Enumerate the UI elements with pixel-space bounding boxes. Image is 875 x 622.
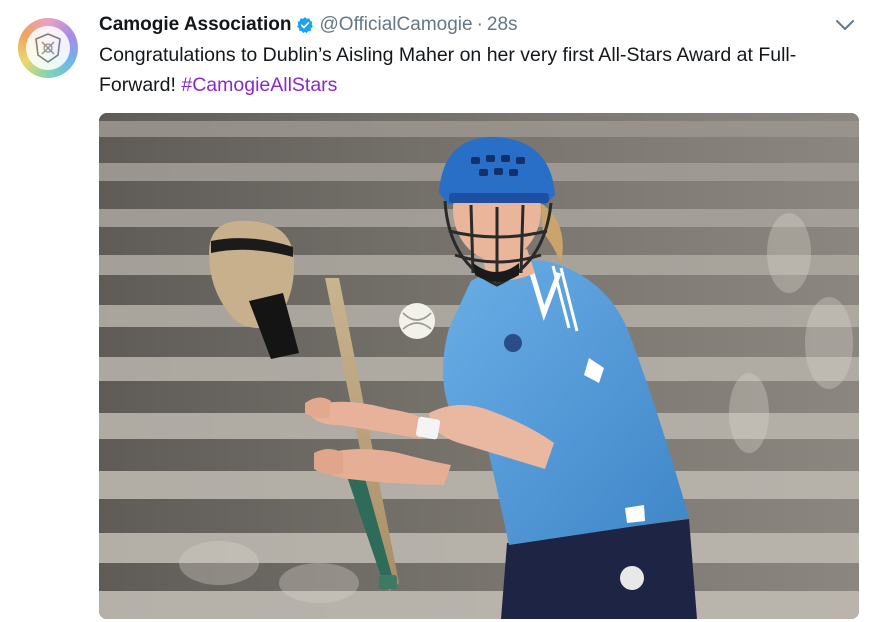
tweet-photo[interactable] — [99, 113, 859, 619]
tweet-text: Congratulations to Dublin’s Aisling Mahe… — [99, 40, 839, 100]
display-name[interactable]: Camogie Association — [99, 14, 292, 36]
camogie-crest-icon — [26, 26, 70, 70]
profile-avatar[interactable] — [18, 18, 78, 78]
sliotar-ball — [399, 303, 435, 339]
tweet-header: Camogie Association @OfficialCamogie · 2… — [99, 12, 518, 38]
camogie-player-photo — [99, 113, 859, 619]
tweet-card[interactable]: Camogie Association @OfficialCamogie · 2… — [0, 0, 875, 622]
separator-dot: · — [476, 14, 483, 35]
timestamp[interactable]: 28s — [487, 14, 518, 36]
hashtag-link[interactable]: #CamogieAllStars — [181, 74, 337, 96]
user-handle[interactable]: @OfficialCamogie — [320, 14, 473, 36]
chevron-down-icon[interactable] — [834, 16, 856, 34]
verified-badge-icon — [296, 16, 314, 34]
